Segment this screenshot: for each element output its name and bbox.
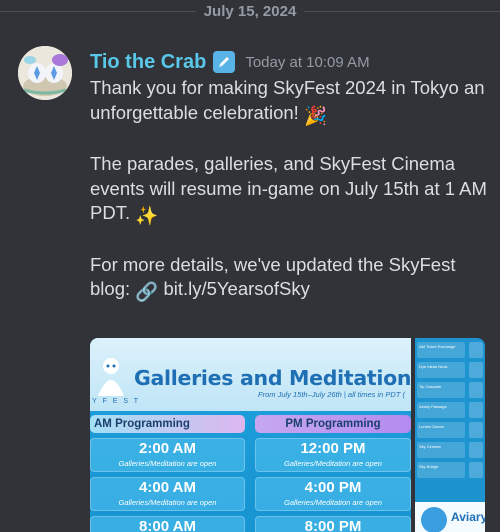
- sparkles-icon: ✨: [135, 205, 159, 226]
- slot-time: 8:00 PM: [304, 518, 362, 532]
- slot-time: 2:00 AM: [139, 440, 196, 457]
- message-paragraph: Thank you for making SkyFest 2024 in Tok…: [90, 76, 495, 128]
- blog-link[interactable]: bit.ly/5YearsofSky: [163, 278, 309, 299]
- schedule-image-attachment[interactable]: Y F E S T Galleries and Meditation Roo F…: [90, 338, 411, 532]
- map-row: Dye Ideas Nook: [417, 362, 465, 378]
- map-row: Sky Bridge: [417, 462, 465, 478]
- pm-programming-header: PM Programming: [255, 415, 411, 433]
- message-content: Thank you for making SkyFest 2024 in Tok…: [90, 76, 495, 305]
- message-header: Tio the Crab Today at 10:09 AM: [90, 47, 370, 77]
- schedule-subtitle: From July 15th–July 26th | all times in …: [258, 390, 405, 399]
- message-text: Thank you for making SkyFest 2024 in Tok…: [90, 77, 485, 123]
- crab-avatar-icon: [18, 46, 72, 100]
- slot-time: 4:00 AM: [139, 479, 196, 496]
- am-programming-header: AM Programming: [90, 415, 245, 433]
- schedule-title: Galleries and Meditation Roo: [134, 366, 411, 390]
- slot-description: Galleries/Meditation are open: [118, 459, 217, 468]
- slot-description: Galleries/Meditation are open: [284, 459, 382, 468]
- divider-line: [0, 10, 196, 12]
- divider-line: [304, 10, 500, 12]
- am-slot: 4:00 AM Galleries/Meditation are open: [90, 477, 245, 511]
- map-thumb: [469, 442, 483, 458]
- message-timestamp[interactable]: Today at 10:09 AM: [245, 54, 369, 71]
- aviary-logo-icon: [421, 507, 447, 532]
- date-divider-label: July 15, 2024: [203, 2, 297, 20]
- message-paragraph: The parades, galleries, and SkyFest Cine…: [90, 152, 495, 229]
- date-divider: July 15, 2024: [0, 0, 500, 22]
- pencil-badge-icon[interactable]: [213, 51, 236, 73]
- aviary-banner: Aviary: [415, 502, 485, 532]
- map-thumb: [469, 422, 483, 438]
- message-paragraph: For more details, we've updated the SkyF…: [90, 253, 495, 305]
- slot-description: Galleries/Meditation are open: [118, 498, 217, 507]
- author-name[interactable]: Tio the Crab: [90, 51, 206, 74]
- slot-time: 12:00 PM: [300, 440, 366, 457]
- map-image-attachment[interactable]: AM Ticket Exchange Dye Ideas Nook Tip Ca…: [415, 338, 485, 532]
- map-thumb: [469, 382, 483, 398]
- sky-logo-icon: [98, 358, 124, 396]
- map-thumb: [469, 342, 483, 358]
- slot-description: Galleries/Meditation are open: [284, 498, 382, 507]
- map-row: Lumen Dance: [417, 422, 465, 438]
- aviary-label: Aviary: [451, 510, 485, 524]
- map-row: AM Ticket Exchange: [417, 342, 465, 358]
- party-popper-icon: 🎉: [303, 104, 327, 126]
- skyfest-logo-text: Y F E S T: [92, 398, 141, 405]
- map-thumb: [469, 462, 483, 478]
- avatar[interactable]: [18, 46, 72, 100]
- map-row: Sky Cinema: [417, 442, 465, 458]
- am-slot: 8:00 AM: [90, 516, 245, 532]
- am-slot: 2:00 AM Galleries/Meditation are open: [90, 438, 245, 472]
- slot-time: 8:00 AM: [139, 518, 196, 532]
- slot-time: 4:00 PM: [304, 479, 362, 496]
- map-thumb: [469, 402, 483, 418]
- pm-slot: 12:00 PM Galleries/Meditation are open: [255, 438, 411, 472]
- map-row: Aviary Passage: [417, 402, 465, 418]
- map-row: Tip Cascade: [417, 382, 465, 398]
- map-thumb: [469, 362, 483, 378]
- pm-slot: 4:00 PM Galleries/Meditation are open: [255, 477, 411, 511]
- link-icon: 🔗: [135, 281, 159, 302]
- schedule-header: Y F E S T Galleries and Meditation Roo F…: [90, 338, 411, 411]
- pm-slot: 8:00 PM: [255, 516, 411, 532]
